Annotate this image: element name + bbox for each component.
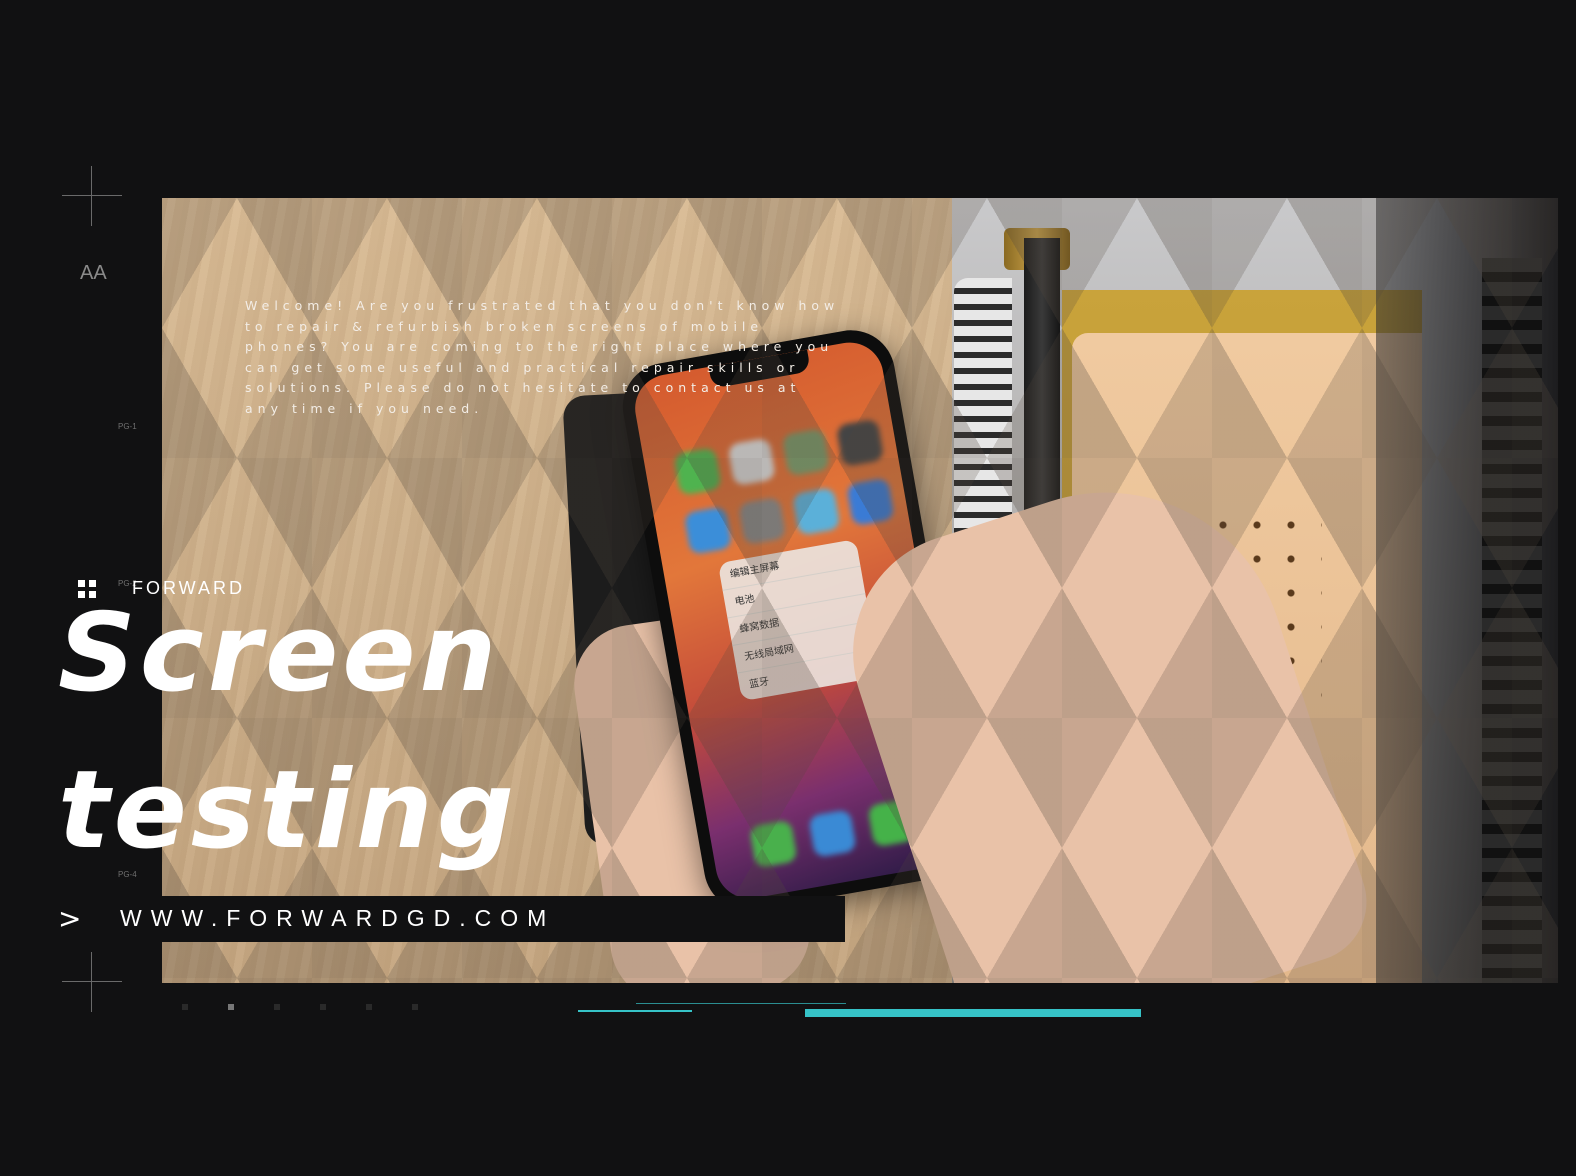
- progress-dot: [320, 1004, 326, 1010]
- intro-text: Welcome! Are you frustrated that you don…: [245, 298, 840, 416]
- website-url[interactable]: WWW.FORWARDGD.COM: [120, 905, 555, 932]
- accent-line-thin: [578, 1010, 692, 1012]
- title-line-2: testing: [58, 748, 518, 873]
- title-line-1: Screen: [58, 591, 501, 716]
- crosshair-top: [62, 166, 122, 226]
- crosshair-bottom: [62, 952, 122, 1012]
- progress-dot: [412, 1004, 418, 1010]
- video-frame: 编辑主屏幕 电池 蜂窝数据 无线局域网 蓝牙 AA PG-1 PG-2 PG-4…: [0, 0, 1576, 1176]
- accent-line-top: [636, 1003, 846, 1004]
- progress-dot: [274, 1004, 280, 1010]
- progress-dots: [182, 1004, 418, 1010]
- tick-label: PG-1: [118, 422, 137, 431]
- app-icon: [683, 506, 733, 555]
- machine-dark-rail: [1482, 258, 1542, 983]
- progress-dot: [366, 1004, 372, 1010]
- progress-dot: [182, 1004, 188, 1010]
- app-icon: [808, 809, 857, 858]
- app-icon: [737, 496, 787, 546]
- url-banner: > WWW.FORWARDGD.COM: [40, 896, 845, 942]
- accent-line-thick: [805, 1009, 1141, 1017]
- corner-label: AA: [80, 262, 107, 284]
- app-icon: [727, 437, 777, 487]
- app-icon: [791, 487, 841, 536]
- app-icon: [835, 418, 885, 468]
- progress-dot-active: [228, 1004, 234, 1010]
- app-icon: [846, 477, 895, 527]
- app-icon: [781, 428, 831, 477]
- app-icon: [749, 819, 798, 869]
- app-icon: [673, 447, 722, 496]
- chevron-right-icon: >: [58, 902, 82, 935]
